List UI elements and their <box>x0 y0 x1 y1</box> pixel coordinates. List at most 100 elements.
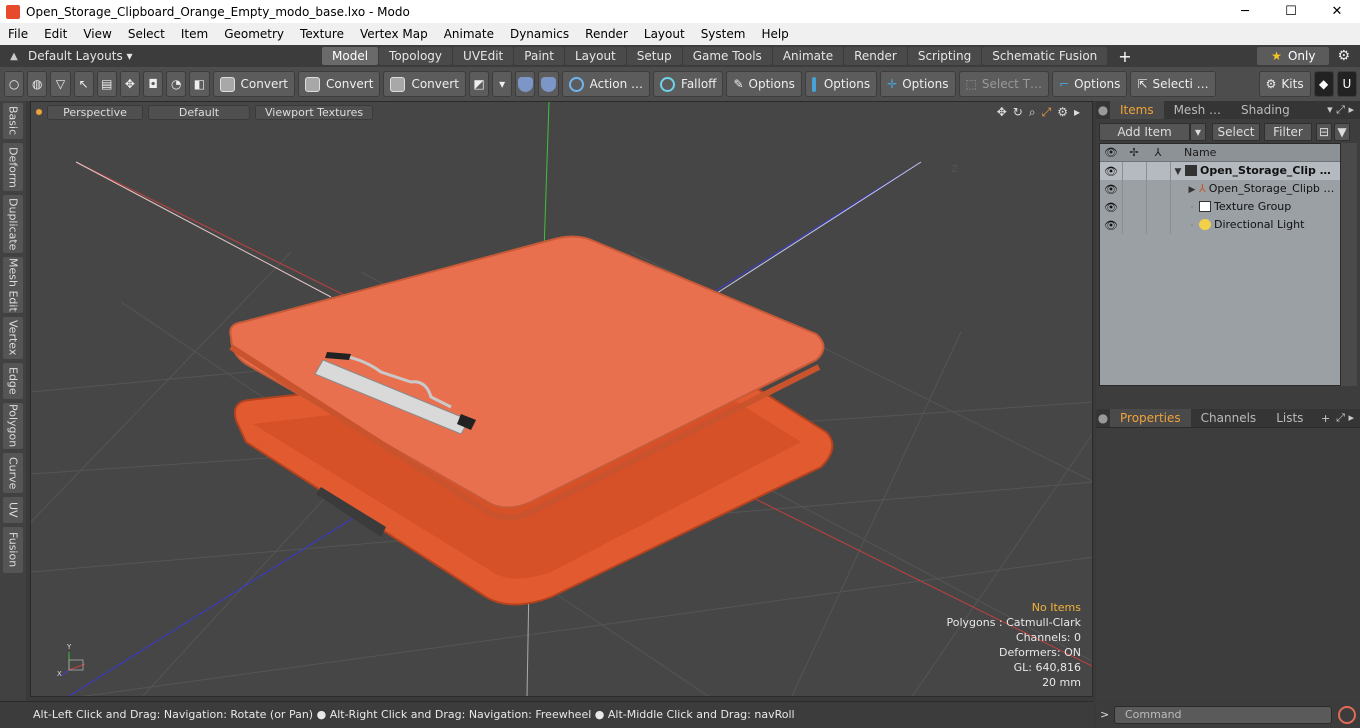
eye-icon[interactable]: 👁 <box>1100 183 1122 196</box>
tab-scripting[interactable]: Scripting <box>907 47 982 65</box>
3d-viewport[interactable]: Z Perspective Default Viewport Textures … <box>30 101 1093 697</box>
tab-render[interactable]: Render <box>844 47 907 65</box>
expand-arrow-icon[interactable]: ▼ <box>1171 163 1185 180</box>
items-scrollbar[interactable] <box>1341 143 1357 386</box>
viewport-textures-dropdown[interactable]: Viewport Textures <box>255 104 374 120</box>
options-button-1[interactable]: ✎ Options <box>726 71 802 97</box>
menu-file[interactable]: File <box>0 27 36 41</box>
options-button-3[interactable]: ✛ Options <box>880 71 956 97</box>
funnel-icon[interactable]: ▼ <box>1334 123 1350 141</box>
menu-item[interactable]: Item <box>173 27 216 41</box>
menu-geometry[interactable]: Geometry <box>216 27 292 41</box>
vtab-polygon[interactable]: Polygon <box>3 403 23 449</box>
command-input[interactable]: Command <box>1114 705 1332 724</box>
select-vertices-button[interactable]: ○ <box>4 71 25 97</box>
shading-mode-dropdown[interactable]: Default <box>148 104 250 120</box>
select-button[interactable]: Select <box>1212 123 1260 141</box>
menu-system[interactable]: System <box>693 27 754 41</box>
tab-paint[interactable]: Paint <box>514 47 564 65</box>
add-item-button[interactable]: Add Item <box>1099 123 1190 141</box>
panel-options-icons[interactable]: ▾ ⤢ ▸ <box>1327 103 1360 117</box>
symmetry-button[interactable]: ✥ <box>119 71 141 97</box>
tab-game-tools[interactable]: Game Tools <box>682 47 772 65</box>
select-items-button[interactable]: ↖ <box>73 71 94 97</box>
collapse-icon[interactable]: ⊟ <box>1316 123 1332 141</box>
viewport-gear-icon[interactable]: ⚙ <box>1057 105 1068 120</box>
center-button[interactable]: ◘ <box>143 71 164 97</box>
unity-icon[interactable]: ◆ <box>1313 71 1334 97</box>
falloff-button[interactable]: Falloff <box>653 71 724 97</box>
view-mode-dropdown[interactable]: Perspective <box>47 104 143 120</box>
kits-button[interactable]: ⚙ Kits <box>1258 71 1311 97</box>
vtab-fusion[interactable]: Fusion <box>3 527 23 573</box>
tab-items[interactable]: Items <box>1110 101 1164 119</box>
default-layouts-dropdown[interactable]: Default Layouts ▾ <box>28 49 133 63</box>
tab-properties[interactable]: Properties <box>1110 409 1191 427</box>
tab-channels[interactable]: Channels <box>1191 409 1267 427</box>
texture-group-row[interactable]: 👁 · Texture Group <box>1100 198 1340 216</box>
tab-schematic-fusion[interactable]: Schematic Fusion <box>982 47 1108 65</box>
menu-layout[interactable]: Layout <box>636 27 693 41</box>
convert-button-1[interactable]: Convert <box>212 71 295 97</box>
convert-button-2[interactable]: Convert <box>298 71 381 97</box>
menu-animate[interactable]: Animate <box>436 27 502 41</box>
viewport-menu-arrow-icon[interactable]: ▸ <box>1074 105 1080 120</box>
add-item-dropdown[interactable]: ▾ <box>1190 123 1206 141</box>
eye-icon[interactable]: 👁 <box>1100 219 1122 232</box>
tab-shading[interactable]: Shading <box>1231 101 1300 119</box>
vtab-vertex[interactable]: Vertex <box>3 317 23 359</box>
eye-icon[interactable]: 👁 <box>1100 165 1122 178</box>
work-plane-button[interactable]: ◩ <box>468 71 490 97</box>
tab-model[interactable]: Model <box>322 47 379 65</box>
tab-lists[interactable]: Lists <box>1266 409 1313 427</box>
select-edges-button[interactable]: ◍ <box>27 71 48 97</box>
menu-view[interactable]: View <box>75 27 119 41</box>
tab-layout[interactable]: Layout <box>564 47 626 65</box>
menu-dynamics[interactable]: Dynamics <box>502 27 577 41</box>
select-through-button[interactable]: ⬚ Select T… <box>958 71 1050 97</box>
only-toggle[interactable]: ★ Only <box>1257 47 1330 65</box>
rotate-icon[interactable]: ↻ <box>1013 105 1023 120</box>
vtab-curve[interactable]: Curve <box>3 453 23 493</box>
menu-select[interactable]: Select <box>120 27 173 41</box>
pivot-button[interactable]: ◔ <box>166 71 187 97</box>
close-button[interactable]: ✕ <box>1314 4 1360 19</box>
tab-uvedit[interactable]: UVEdit <box>453 47 514 65</box>
menu-edit[interactable]: Edit <box>36 27 75 41</box>
record-icon[interactable] <box>1338 705 1356 724</box>
layout-up-icon[interactable]: ▲ <box>0 51 28 62</box>
tab-topology[interactable]: Topology <box>379 47 453 65</box>
directional-light-row[interactable]: 👁 · Directional Light <box>1100 216 1340 234</box>
settings-gear-icon[interactable]: ⚙ <box>1337 48 1350 64</box>
shield-alt-icon[interactable] <box>538 71 559 97</box>
tab-setup[interactable]: Setup <box>626 47 682 65</box>
action-center-button[interactable]: Action … <box>561 71 651 97</box>
pan-icon[interactable]: ✥ <box>997 105 1007 120</box>
zoom-icon[interactable]: ⌕ <box>1029 105 1036 120</box>
props-panel-options-icons[interactable]: ⤢ ▸ <box>1336 411 1360 425</box>
vtab-mesh-edit[interactable]: Mesh Edit <box>3 257 23 313</box>
cube-icon[interactable]: ◧ <box>189 71 210 97</box>
options-button-4[interactable]: ⌐ Options <box>1052 71 1128 97</box>
vtab-deform[interactable]: Deform <box>3 143 23 191</box>
scene-row[interactable]: 👁 ▼ Open_Storage_Clip … <box>1100 162 1340 180</box>
maximize-button[interactable]: ☐ <box>1268 4 1314 19</box>
select-materials-button[interactable]: ▤ <box>96 71 117 97</box>
convert-button-3[interactable]: Convert <box>383 71 466 97</box>
collapse-arrow-icon[interactable]: ▶ <box>1185 181 1199 198</box>
vtab-edge[interactable]: Edge <box>3 363 23 399</box>
menu-render[interactable]: Render <box>577 27 636 41</box>
minimize-button[interactable]: ─ <box>1222 4 1268 19</box>
menu-vertex-map[interactable]: Vertex Map <box>352 27 436 41</box>
unreal-icon[interactable]: U <box>1336 71 1357 97</box>
menu-help[interactable]: Help <box>753 27 796 41</box>
tab-mesh[interactable]: Mesh … <box>1164 101 1231 119</box>
dropdown-arrow-button[interactable]: ▾ <box>492 71 513 97</box>
vtab-basic[interactable]: Basic <box>3 103 23 139</box>
options-button-2[interactable]: Options <box>804 71 878 97</box>
select-polygons-button[interactable]: ▽ <box>50 71 71 97</box>
menu-texture[interactable]: Texture <box>292 27 352 41</box>
name-column-header[interactable]: Name <box>1170 146 1216 159</box>
vtab-duplicate[interactable]: Duplicate <box>3 195 23 253</box>
maximize-viewport-icon[interactable]: ⤢ <box>1042 105 1052 120</box>
